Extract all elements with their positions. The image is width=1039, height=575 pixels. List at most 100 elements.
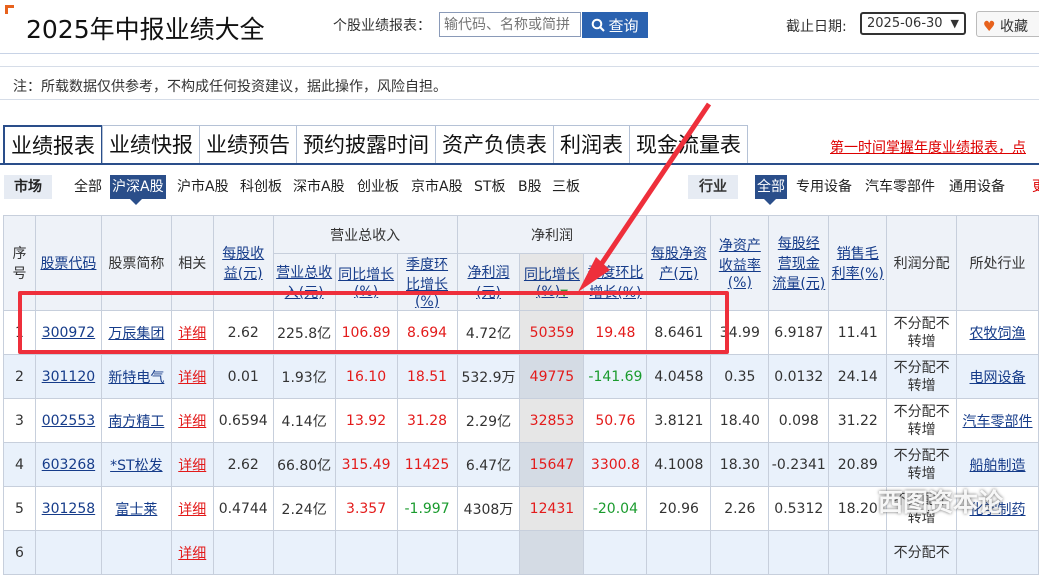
cell-profit-qoq	[583, 530, 648, 575]
favorite-icon: ♥	[983, 19, 996, 35]
market-filter-hs-a[interactable]: 沪深A股	[110, 175, 166, 199]
cell-industry[interactable]: 电网设备	[956, 354, 1039, 399]
header-dividend: 利润分配	[886, 215, 958, 311]
market-filter-sh-a[interactable]: 沪市A股	[175, 175, 231, 199]
cell-name[interactable]: 新特电气	[100, 354, 172, 399]
cell-bvps	[646, 530, 712, 575]
cell-bvps: 4.1008	[646, 442, 712, 487]
cell-name[interactable]	[100, 530, 172, 575]
cell-name[interactable]: *ST松发	[100, 442, 172, 487]
market-label: 市场	[4, 175, 52, 199]
cell-revenue	[272, 530, 336, 575]
cell-code[interactable]: 301120	[34, 354, 102, 399]
header-cfps[interactable]: 每股经营现金流量(元)	[768, 215, 830, 311]
cell-eps: 0.01	[212, 354, 274, 399]
favorite-button[interactable]: ♥ 收藏	[976, 11, 1039, 37]
search-button-label: 查询	[608, 16, 639, 35]
cell-name[interactable]: 南方精工	[100, 398, 172, 443]
cell-related[interactable]: 详细	[170, 354, 214, 399]
top-bar: 2025年中报业绩大全 个股业绩报表： 查询 截止日期: 2025-06-30 …	[0, 0, 1039, 54]
cell-industry[interactable]: 船舶制造	[956, 442, 1039, 487]
cell-profit-yoy: 49775	[519, 354, 585, 399]
header-profit-group: 净利润	[456, 215, 648, 254]
tab-disclosure-schedule[interactable]: 预约披露时间	[296, 125, 436, 163]
cell-industry[interactable]: 汽车零部件	[956, 398, 1039, 443]
cell-code[interactable]	[34, 530, 102, 575]
industry-filter-special-equipment[interactable]: 专用设备	[794, 175, 854, 199]
cell-eps	[212, 530, 274, 575]
cell-industry[interactable]: 农牧饲渔	[956, 310, 1039, 355]
industry-filter-auto-parts[interactable]: 汽车零部件	[863, 175, 937, 199]
cell-roe	[710, 530, 770, 575]
cell-related[interactable]: 详细	[170, 442, 214, 487]
cell-eps: 0.6594	[212, 398, 274, 443]
cell-seq: 4	[3, 442, 36, 487]
cell-related[interactable]: 详细	[170, 486, 214, 531]
industry-filter-general-equipment[interactable]: 通用设备	[947, 175, 1007, 199]
industry-label: 行业	[688, 175, 738, 199]
cell-revenue: 1.93亿	[272, 354, 336, 399]
tab-balance-sheet[interactable]: 资产负债表	[435, 125, 554, 163]
cell-related[interactable]: 详细	[170, 398, 214, 443]
page-title: 2025年中报业绩大全	[26, 15, 265, 44]
market-filter-sz-a[interactable]: 深市A股	[291, 175, 347, 199]
market-filter-all[interactable]: 全部	[72, 175, 104, 199]
cell-dividend: 不分配不转增	[886, 354, 958, 399]
table-row: 3 002553 南方精工 详细 0.6594 4.14亿 13.92 31.28 2.29亿 3…	[3, 398, 1039, 443]
search-icon	[592, 18, 606, 32]
market-filter-chinext[interactable]: 创业板	[355, 175, 401, 199]
market-filter-b[interactable]: B股	[516, 175, 544, 199]
cell-industry[interactable]	[956, 530, 1039, 575]
cell-eps: 0.4744	[212, 486, 274, 531]
cell-related[interactable]: 详细	[170, 530, 214, 575]
tab-performance-report[interactable]: 业绩报表	[3, 125, 103, 165]
cell-revenue-yoy: 16.10	[334, 354, 398, 399]
market-filter-neeq[interactable]: 三板	[550, 175, 582, 199]
header-gross-margin[interactable]: 销售毛利率(%)	[828, 215, 888, 311]
cell-name[interactable]: 富士莱	[100, 486, 172, 531]
date-label: 截止日期:	[786, 19, 847, 35]
cell-profit-yoy: 15647	[519, 442, 585, 487]
search-button[interactable]: 查询	[582, 12, 648, 38]
cell-revenue-yoy	[334, 530, 398, 575]
tab-performance-express[interactable]: 业绩快报	[102, 125, 200, 163]
market-filter-st[interactable]: ST板	[472, 175, 507, 199]
tab-performance-forecast[interactable]: 业绩预告	[199, 125, 297, 163]
cell-profit-qoq: -20.04	[583, 486, 648, 531]
market-filter-star[interactable]: 科创板	[238, 175, 284, 199]
header-industry: 所处行业	[956, 215, 1039, 311]
cell-revenue: 66.80亿	[272, 442, 336, 487]
date-select[interactable]: 2025-06-30 ▼	[860, 12, 966, 35]
cell-gross-margin	[828, 530, 888, 575]
disclaimer-notice: 注：所载数据仅供参考，不构成任何投资建议，据此操作，风险自担。	[0, 66, 1039, 100]
cell-profit: 6.47亿	[456, 442, 521, 487]
cell-cfps: 0.098	[768, 398, 830, 443]
industry-filter-all[interactable]: 全部	[755, 175, 787, 199]
cell-profit: 532.9万	[456, 354, 521, 399]
cell-gross-margin: 31.22	[828, 398, 888, 443]
market-filter-bj-a[interactable]: 京市A股	[409, 175, 465, 199]
cell-cfps	[768, 530, 830, 575]
tab-cash-flow[interactable]: 现金流量表	[629, 125, 748, 163]
cell-code[interactable]: 603268	[34, 442, 102, 487]
tab-income-statement[interactable]: 利润表	[553, 125, 630, 163]
cell-bvps: 4.0458	[646, 354, 712, 399]
cell-revenue-qoq: 31.28	[396, 398, 458, 443]
cell-profit-yoy: 32853	[519, 398, 585, 443]
cell-revenue-qoq: -1.997	[396, 486, 458, 531]
cell-cfps: 0.5312	[768, 486, 830, 531]
cell-roe: 18.30	[710, 442, 770, 487]
cell-gross-margin: 20.89	[828, 442, 888, 487]
cell-dividend: 不分配不转增	[886, 310, 958, 355]
cell-revenue-yoy: 13.92	[334, 398, 398, 443]
industry-filter-more[interactable]: 更	[1030, 175, 1039, 199]
cell-dividend: 不分配不转增	[886, 398, 958, 443]
tab-underline	[0, 163, 1039, 165]
cell-eps: 2.62	[212, 442, 274, 487]
cell-code[interactable]: 301258	[34, 486, 102, 531]
cell-seq: 3	[3, 398, 36, 443]
cell-seq: 2	[3, 354, 36, 399]
search-input[interactable]	[439, 12, 581, 37]
cell-code[interactable]: 002553	[34, 398, 102, 443]
promo-link[interactable]: 第一时间掌握年度业绩报表，点	[830, 137, 1026, 157]
